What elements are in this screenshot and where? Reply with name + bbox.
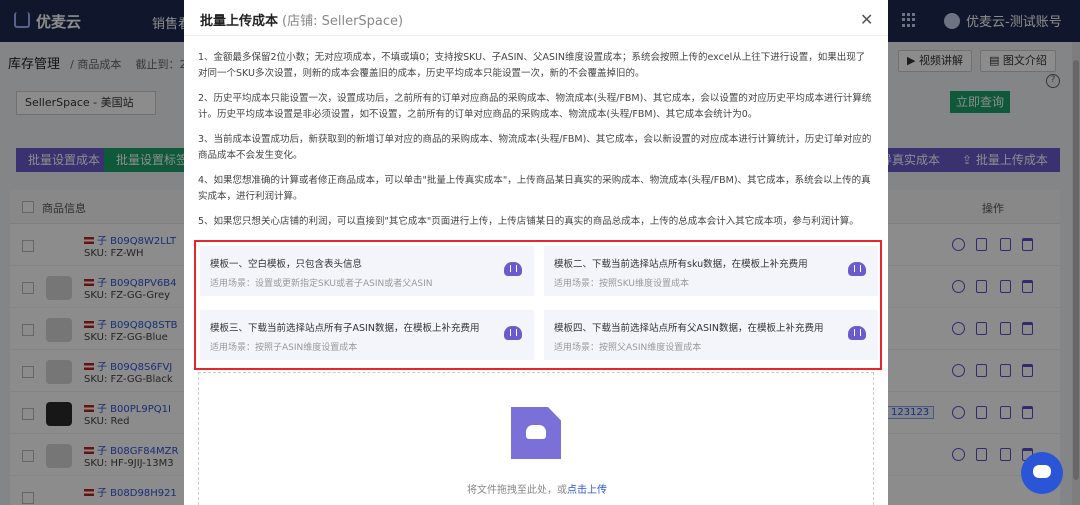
template-scene: 适用场景：按照子ASIN维度设置成本 — [210, 343, 358, 353]
note-3: 3、当前成本设置成功后，新获取到的新增订单对应的商品的采购成本、物流成本(头程/… — [198, 134, 872, 161]
cloud-download-icon[interactable] — [504, 262, 522, 276]
cloud-download-icon[interactable] — [848, 262, 866, 276]
note-2: 2、历史平均成本只能设置一次，设置成功后，之前所有的订单对应商品的采购成本、物流… — [198, 93, 872, 120]
cloud-download-icon[interactable] — [848, 326, 866, 340]
close-icon[interactable]: ✕ — [860, 10, 873, 29]
dialog-title: 批量上传成本 (店铺: SellerSpace) — [200, 10, 403, 29]
template-card-4[interactable]: 模板四、下载当前选择站点所有父ASIN数据，在模板上补充费用 适用场景：按照父A… — [544, 310, 878, 360]
template-options-highlight: 模板一、空白模板，只包含表头信息 适用场景：设置或更新指定SKU或者子ASIN或… — [194, 240, 882, 370]
dialog-header: 批量上传成本 (店铺: SellerSpace) ✕ — [184, 0, 888, 36]
note-1: 1、金额最多保留2位小数；无对应项成本，不填或填0；支持按SKU、子ASIN、父… — [198, 52, 866, 79]
chat-support-icon[interactable] — [1021, 452, 1063, 494]
upload-hint-text: 将文件拖拽至此处，或 — [467, 485, 567, 496]
template-scene: 适用场景：设置或更新指定SKU或者子ASIN或者父ASIN — [210, 279, 433, 289]
template-card-3[interactable]: 模板三、下载当前选择站点所有子ASIN数据，在模板上补充费用 适用场景：按照子A… — [200, 310, 534, 360]
note-5: 5、如果您只想关心店铺的利润，可以直接到"其它成本"页面进行上传，上传店铺某日的… — [198, 216, 859, 227]
template-title: 模板一、空白模板，只包含表头信息 — [210, 259, 363, 270]
batch-upload-cost-dialog: 批量上传成本 (店铺: SellerSpace) ✕ 1、金额最多保留2位小数；无… — [184, 0, 888, 505]
instruction-notes: 1、金额最多保留2位小数；无对应项成本，不填或填0；支持按SKU、子ASIN、父… — [198, 50, 874, 239]
file-upload-icon — [511, 407, 561, 459]
template-card-1[interactable]: 模板一、空白模板，只包含表头信息 适用场景：设置或更新指定SKU或者子ASIN或… — [200, 246, 534, 296]
click-upload-link[interactable]: 点击上传 — [567, 485, 607, 496]
file-drop-zone[interactable]: 将文件拖拽至此处，或点击上传 — [198, 372, 874, 505]
template-scene: 适用场景：按照父ASIN维度设置成本 — [554, 343, 702, 353]
template-title: 模板三、下载当前选择站点所有子ASIN数据，在模板上补充费用 — [210, 323, 480, 334]
note-4: 4、如果您想准确的计算或者修正商品成本，可以单击"批量上传真实成本"，上传商品某… — [198, 175, 871, 202]
dialog-store-name: (店铺: SellerSpace) — [282, 14, 404, 29]
cloud-download-icon[interactable] — [504, 326, 522, 340]
template-card-2[interactable]: 模板二、下载当前选择站点所有sku数据，在模板上补充费用 适用场景：按照SKU维… — [544, 246, 878, 296]
dialog-title-text: 批量上传成本 — [200, 14, 279, 29]
upload-hint: 将文件拖拽至此处，或点击上传 — [199, 481, 875, 496]
template-title: 模板二、下载当前选择站点所有sku数据，在模板上补充费用 — [554, 259, 808, 270]
template-scene: 适用场景：按照SKU维度设置成本 — [554, 279, 689, 289]
template-title: 模板四、下载当前选择站点所有父ASIN数据，在模板上补充费用 — [554, 323, 824, 334]
